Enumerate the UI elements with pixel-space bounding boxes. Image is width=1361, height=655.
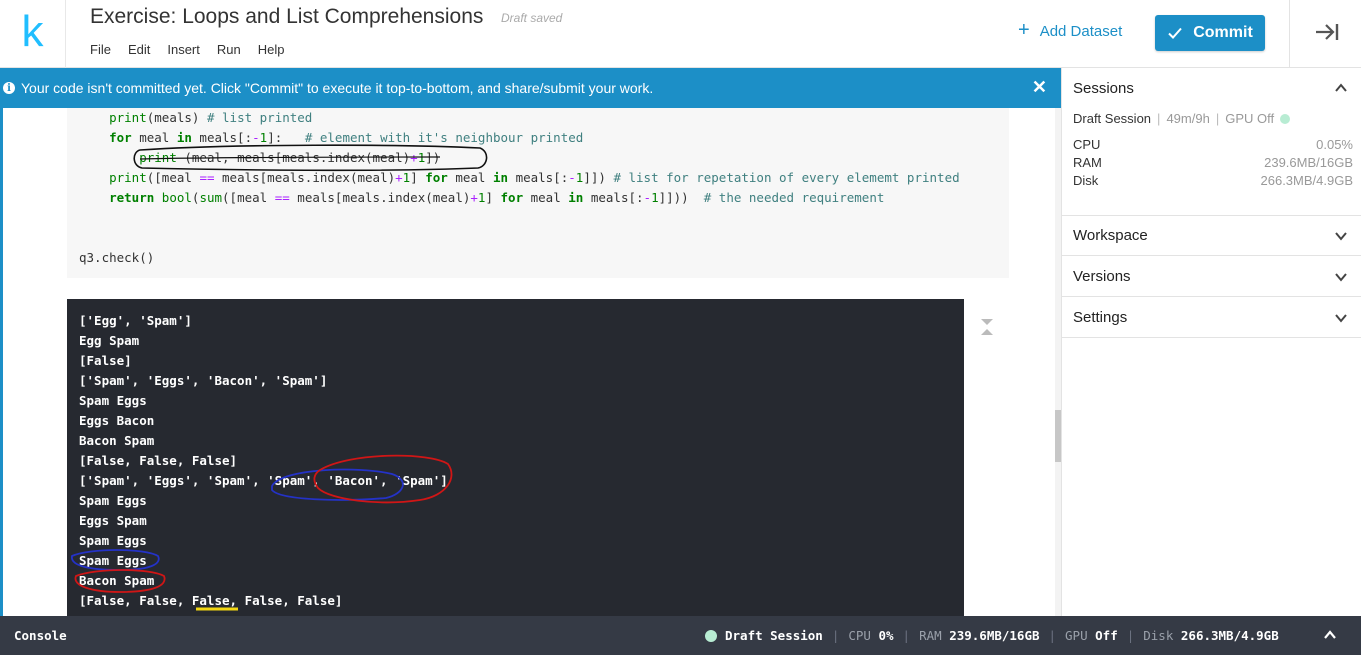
menu-bar: File Edit Insert Run Help (90, 42, 301, 57)
footer-disk-value: 266.3MB/4.9GB (1180, 628, 1279, 643)
code-line[interactable] (79, 228, 960, 248)
menu-run[interactable]: Run (217, 42, 241, 57)
settings-title: Settings (1073, 309, 1128, 326)
cpu-value: 0.05% (1316, 137, 1353, 152)
settings-header[interactable]: Settings (1062, 298, 1361, 338)
output-text: ['Egg', 'Spam'] Egg Spam [False] ['Spam', '… (79, 311, 448, 611)
output-line: [False, False, False] (79, 453, 238, 468)
footer-ram-value: 239.6MB/16GB (949, 628, 1040, 643)
chevron-down-icon[interactable] (1334, 229, 1348, 243)
disk-label: Disk (1073, 173, 1099, 188)
footer-cpu-value: 0% (878, 628, 894, 643)
sessions-header[interactable]: Sessions (1062, 68, 1361, 108)
output-line: ['Spam', 'Eggs', 'Spam', 'Spam', 'Bacon'… (79, 473, 448, 488)
output-line: ['Egg', 'Spam'] (79, 313, 192, 328)
ram-label: RAM (1073, 155, 1102, 170)
footer-gpu-label: GPU (1065, 628, 1088, 643)
session-status-dot (705, 629, 717, 642)
output-line: Egg Spam (79, 333, 140, 348)
resource-disk: Disk 266.3MB/4.9GB (1073, 173, 1353, 188)
code-line[interactable]: print([meal == meals[meals.index(meal)+1… (79, 168, 960, 188)
output-line: Eggs Bacon (79, 413, 155, 428)
cpu-label: CPU (1073, 137, 1101, 152)
footer-gpu-value: Off (1095, 628, 1118, 643)
code-cell[interactable]: print(meals) # list printed for meal in … (67, 108, 1009, 278)
session-time: 49m/9h (1166, 111, 1210, 126)
menu-file[interactable]: File (90, 42, 111, 57)
footer-ram-label: RAM (919, 628, 942, 643)
chevron-down-icon[interactable] (1334, 311, 1348, 325)
footer-disk-label: Disk (1143, 628, 1174, 643)
output-cell: ['Egg', 'Spam'] Egg Spam [False] ['Spam', '… (67, 299, 964, 616)
logo-cell[interactable]: k (0, 0, 66, 68)
console-footer: Console Draft Session | CPU 0% | RAM 239… (0, 616, 1361, 655)
collapse-output-icon[interactable] (980, 318, 994, 336)
code-line[interactable] (79, 208, 960, 228)
code-line[interactable]: print(meals) # list printed (79, 108, 960, 128)
commit-button[interactable]: Commit (1155, 15, 1265, 51)
chevron-down-icon[interactable] (1334, 270, 1348, 284)
check-icon (1168, 27, 1182, 39)
session-name: Draft Session (1073, 111, 1152, 126)
add-dataset-label: Add Dataset (1039, 22, 1123, 40)
header-divider (1289, 0, 1290, 68)
footer-cpu-label: CPU (848, 628, 871, 643)
plus-icon: + (1018, 19, 1030, 41)
output-line: Spam Eggs (79, 393, 147, 408)
versions-title: Versions (1073, 268, 1131, 285)
collapse-panel-icon[interactable] (1313, 20, 1341, 44)
chevron-up-icon[interactable] (1323, 629, 1337, 641)
right-sidebar: Sessions Draft Session | 49m/9h | GPU Of… (1061, 68, 1361, 616)
chevron-up-icon[interactable] (1334, 81, 1348, 95)
kernel-editor: k Exercise: Loops and List Comprehension… (0, 0, 1361, 655)
info-icon: i (3, 82, 15, 94)
workspace-header[interactable]: Workspace (1062, 216, 1361, 256)
commit-label: Commit (1193, 24, 1253, 41)
footer-session: Draft Session (725, 628, 823, 643)
editor-area: print(meals) # list printed for meal in … (0, 108, 1061, 616)
code-block[interactable]: print(meals) # list printed for meal in … (79, 108, 960, 268)
output-line: Spam Eggs (79, 533, 147, 548)
output-line: Spam Eggs (79, 553, 147, 568)
console-toggle[interactable]: Console (14, 628, 67, 643)
versions-header[interactable]: Versions (1062, 257, 1361, 297)
ram-value: 239.6MB/16GB (1264, 155, 1353, 170)
session-status-dot (1280, 113, 1291, 124)
sessions-title: Sessions (1073, 79, 1134, 97)
close-icon[interactable]: ✕ (1032, 77, 1047, 98)
code-line[interactable]: for meal in meals[:-1]: # element with i… (79, 128, 960, 148)
cell-selection-bar (0, 108, 3, 616)
kaggle-logo[interactable]: k (22, 10, 44, 54)
code-line[interactable]: q3.check() (79, 248, 960, 268)
output-line: ['Spam', 'Eggs', 'Bacon', 'Spam'] (79, 373, 328, 388)
session-stats: Draft Session | CPU 0% | RAM 239.6MB/16G… (705, 628, 1279, 643)
notebook-title[interactable]: Exercise: Loops and List Comprehensions (90, 5, 483, 29)
workspace-title: Workspace (1073, 227, 1148, 244)
session-gpu: GPU Off (1225, 111, 1275, 126)
output-line: Bacon Spam (79, 433, 155, 448)
code-line[interactable]: print (meal, meals[meals.index(meal)+1]) (79, 148, 960, 168)
draft-status: Draft saved (501, 11, 563, 25)
session-summary: Draft Session | 49m/9h | GPU Off (1073, 111, 1291, 126)
output-line: Spam Eggs (79, 493, 147, 508)
top-header: k Exercise: Loops and List Comprehension… (0, 0, 1361, 68)
code-line[interactable]: return bool(sum([meal == meals[meals.ind… (79, 188, 960, 208)
menu-insert[interactable]: Insert (167, 42, 200, 57)
disk-value: 266.3MB/4.9GB (1260, 173, 1354, 188)
output-line: [False, False, False, False, False] (79, 593, 343, 608)
resource-ram: RAM 239.6MB/16GB (1073, 155, 1353, 170)
output-line: Eggs Spam (79, 513, 147, 528)
output-line: [False] (79, 353, 132, 368)
output-line: Bacon Spam (79, 573, 155, 588)
menu-help[interactable]: Help (258, 42, 285, 57)
commit-banner: i Your code isn't committed yet. Click "… (0, 68, 1061, 108)
add-dataset-button[interactable]: + Add Dataset (1018, 19, 1123, 41)
menu-edit[interactable]: Edit (128, 42, 150, 57)
resource-cpu: CPU 0.05% (1073, 137, 1353, 152)
banner-message: Your code isn't committed yet. Click "Co… (21, 80, 654, 96)
